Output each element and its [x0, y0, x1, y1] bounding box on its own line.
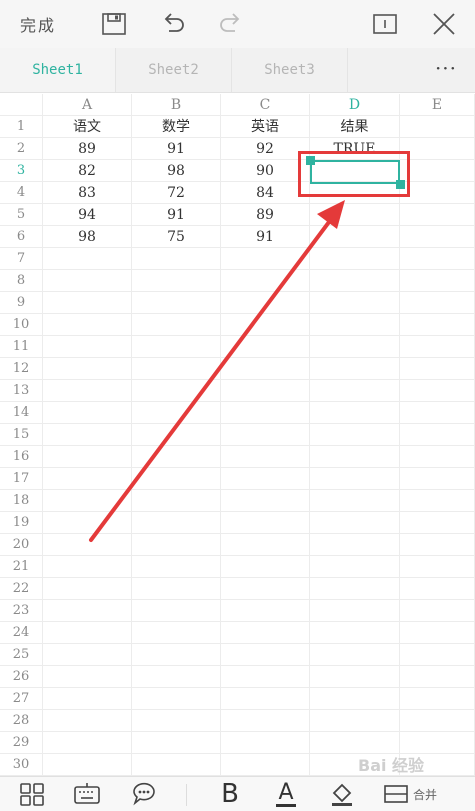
font-color-button[interactable]: A — [266, 777, 306, 811]
bottom-toolbar: B A 合并 — [0, 776, 475, 811]
watermark: Bai 经验 — [358, 756, 425, 775]
bold-button[interactable]: B — [210, 777, 250, 811]
fill-color-icon — [332, 783, 352, 806]
toolbar-divider — [186, 784, 187, 806]
keyboard-button[interactable] — [67, 777, 107, 811]
font-color-bar — [276, 803, 296, 807]
merge-cell-button[interactable]: 合并 — [383, 777, 453, 811]
merge-cell-icon — [384, 785, 408, 803]
annotation-arrow — [89, 200, 345, 542]
comment-icon — [133, 782, 155, 806]
comment-button[interactable] — [124, 777, 164, 811]
keyboard-icon — [74, 783, 100, 804]
fill-color-button[interactable] — [322, 777, 362, 811]
bold-icon: B — [221, 779, 239, 809]
grid-icon — [20, 783, 44, 806]
grid-view-button[interactable] — [12, 777, 52, 811]
merge-cell-label: 合并 — [413, 787, 438, 802]
font-color-icon: A — [278, 779, 294, 805]
